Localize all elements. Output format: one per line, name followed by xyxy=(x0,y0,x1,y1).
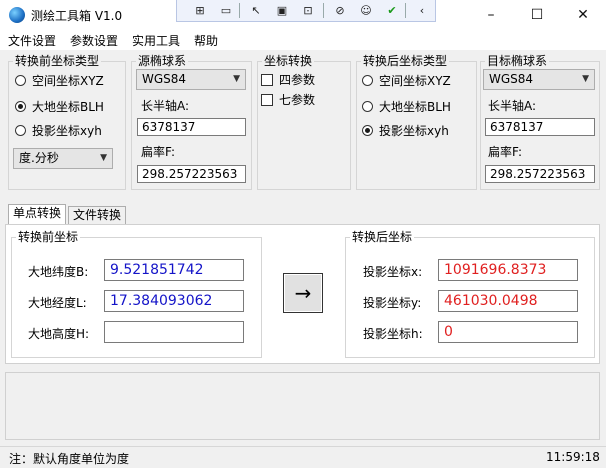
target-radio-xyz[interactable]: 空间坐标XYZ xyxy=(362,72,451,89)
source-type-title: 转换前坐标类型 xyxy=(13,54,102,68)
menu-help[interactable]: 帮助 xyxy=(194,32,218,49)
globe-icon xyxy=(9,7,25,23)
maximize-button[interactable]: ☐ xyxy=(514,0,560,30)
status-time: 11:59:18 xyxy=(546,450,600,464)
minimize-button[interactable]: – xyxy=(468,0,514,30)
chevron-down-icon: ▼ xyxy=(582,74,589,84)
proj-x-output[interactable]: 1091696.8373 xyxy=(438,259,578,281)
source-flattening-input[interactable]: 298.257223563 xyxy=(137,165,246,183)
target-ellipsoid-select[interactable]: WGS84 ▼ xyxy=(483,69,595,90)
angle-format-select[interactable]: 度.分秒 ▼ xyxy=(13,148,113,169)
tab-single-point[interactable]: 单点转换 xyxy=(8,204,67,224)
select-icon[interactable]: ⊡ xyxy=(299,2,317,18)
convert-button[interactable]: → xyxy=(283,273,323,313)
target-type-title: 转换后坐标类型 xyxy=(361,54,450,68)
menu-bar: 文件设置 参数设置 实用工具 帮助 xyxy=(0,30,606,50)
frame-icon[interactable]: ▣ xyxy=(273,2,291,18)
height-label: 大地高度H: xyxy=(28,327,90,341)
menu-file-settings[interactable]: 文件设置 xyxy=(8,32,56,49)
latitude-label: 大地纬度B: xyxy=(28,265,89,279)
chevron-down-icon: ▼ xyxy=(100,153,107,163)
input-coords-title: 转换前坐标 xyxy=(16,230,81,244)
longitude-input[interactable]: 17.384093062 xyxy=(104,290,244,312)
target-radio-xyh[interactable]: 投影坐标xyh xyxy=(362,122,449,139)
source-radio-blh[interactable]: 大地坐标BLH xyxy=(15,98,104,115)
chevron-down-icon: ▼ xyxy=(233,74,240,84)
source-flattening-label: 扁率F: xyxy=(141,145,176,159)
source-semi-major-input[interactable]: 6378137 xyxy=(137,118,246,136)
log-panel xyxy=(5,372,600,440)
close-button[interactable]: ✕ xyxy=(560,0,606,30)
check-icon[interactable]: ✔ xyxy=(383,2,401,18)
source-ellipsoid-select[interactable]: WGS84 ▼ xyxy=(136,69,246,90)
target-ellipsoid-title: 目标椭球系 xyxy=(485,54,550,68)
longitude-label: 大地经度L: xyxy=(28,296,87,310)
collapse-icon[interactable]: ‹ xyxy=(413,2,431,18)
proj-x-label: 投影坐标x: xyxy=(363,265,423,279)
target-flattening-label: 扁率F: xyxy=(488,145,523,159)
status-bar: 注：默认角度单位为度 11:59:18 xyxy=(0,446,606,468)
four-param-checkbox[interactable]: 四参数 xyxy=(261,71,315,88)
proj-y-output[interactable]: 461030.0498 xyxy=(438,290,578,312)
sync-icon[interactable]: ⊘ xyxy=(331,2,349,18)
target-radio-blh[interactable]: 大地坐标BLH xyxy=(362,98,451,115)
window-title: 测绘工具箱 V1.0 xyxy=(31,9,123,23)
menu-parameter-settings[interactable]: 参数设置 xyxy=(70,32,118,49)
title-bar: 测绘工具箱 V1.0 ⊞ ▭ ↖ ▣ ⊡ ⊘ ☺ ✔ ‹ – ☐ ✕ xyxy=(0,0,606,30)
zoom-icon[interactable]: ⊞ xyxy=(191,2,209,18)
menu-utilities[interactable]: 实用工具 xyxy=(132,32,180,49)
proj-h-label: 投影坐标h: xyxy=(363,327,423,341)
transform-title: 坐标转换 xyxy=(262,54,315,68)
tab-file[interactable]: 文件转换 xyxy=(68,206,127,224)
output-coords-title: 转换后坐标 xyxy=(350,230,415,244)
target-flattening-input[interactable]: 298.257223563 xyxy=(485,165,595,183)
remote-toolbar: ⊞ ▭ ↖ ▣ ⊡ ⊘ ☺ ✔ ‹ xyxy=(176,0,436,22)
proj-h-output[interactable]: 0 xyxy=(438,321,578,343)
target-semi-major-label: 长半轴A: xyxy=(488,99,537,113)
source-radio-xyh[interactable]: 投影坐标xyh xyxy=(15,122,102,139)
seven-param-checkbox[interactable]: 七参数 xyxy=(261,91,315,108)
proj-y-label: 投影坐标y: xyxy=(363,296,422,310)
height-input[interactable] xyxy=(104,321,244,343)
camera-icon[interactable]: ▭ xyxy=(217,2,235,18)
status-note: 注：默认角度单位为度 xyxy=(9,452,130,466)
source-ellipsoid-title: 源椭球系 xyxy=(136,54,189,68)
pointer-icon[interactable]: ↖ xyxy=(247,2,265,18)
target-semi-major-input[interactable]: 6378137 xyxy=(485,118,595,136)
source-semi-major-label: 长半轴A: xyxy=(141,99,190,113)
accessibility-icon[interactable]: ☺ xyxy=(357,2,375,18)
source-radio-xyz[interactable]: 空间坐标XYZ xyxy=(15,72,104,89)
latitude-input[interactable]: 9.521851742 xyxy=(104,259,244,281)
